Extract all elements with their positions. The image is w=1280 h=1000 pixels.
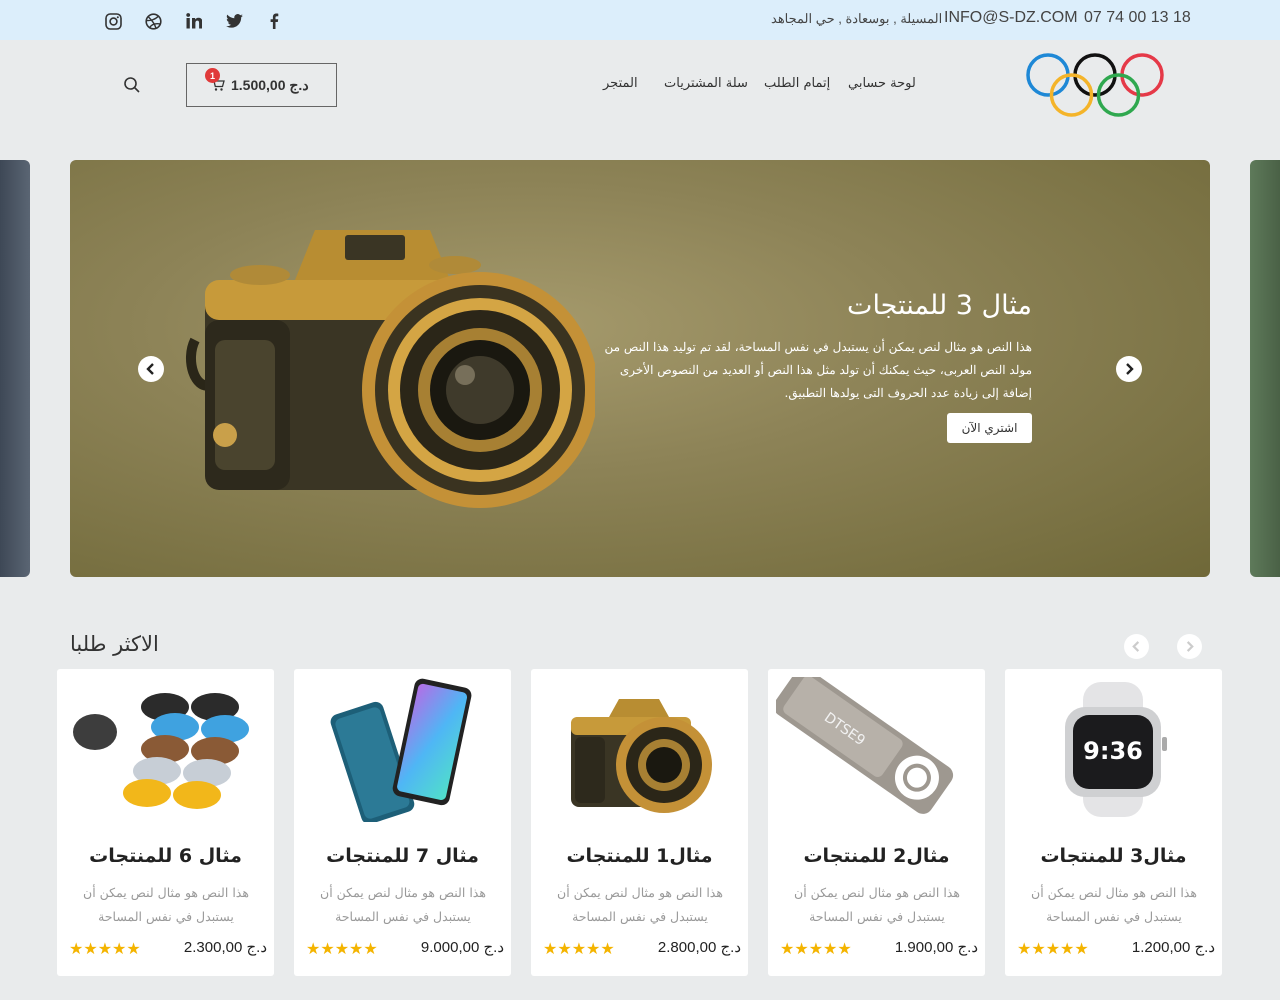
product-rating: ★★★★★ — [543, 939, 615, 958]
cart-total: 1.500,00 د.ج — [231, 77, 309, 93]
twitter-icon[interactable] — [225, 12, 243, 30]
svg-text:9:36: 9:36 — [1083, 737, 1143, 765]
next-slide-preview[interactable] — [1250, 160, 1280, 577]
cart-button[interactable]: 1 1.500,00 د.ج — [186, 63, 337, 107]
product-price: 1.900,00 د.ج — [894, 939, 978, 956]
nav-checkout[interactable]: إتمام الطلب — [764, 76, 830, 91]
carousel-next-arrow[interactable] — [1177, 634, 1202, 659]
carousel-prev-arrow[interactable] — [1124, 634, 1149, 659]
slider-next-arrow[interactable] — [1116, 356, 1142, 382]
product-rating: ★★★★★ — [1017, 939, 1089, 958]
hero-slide: مثال 3 للمنتجات هذا النص هو مثال لنص يمك… — [70, 160, 1210, 577]
logo[interactable] — [1024, 50, 1168, 120]
product-card[interactable]: مثال 6 للمنتجات هذا النص هو مثال لنص يمك… — [57, 669, 274, 976]
chevron-right-icon — [1186, 641, 1194, 652]
top-bar: المسيلة , بوسعادة , حي المجاهد INFO@S-DZ… — [0, 0, 1280, 40]
nav-my-account[interactable]: لوحة حسابي — [848, 76, 916, 91]
camera-image — [571, 699, 712, 813]
previous-slide-preview[interactable] — [0, 160, 30, 577]
chevron-left-icon — [146, 363, 154, 375]
product-description: هذا النص هو مثال لنص يمكن أن يستبدل في ن… — [557, 885, 723, 924]
product-description: هذا النص هو مثال لنص يمكن أن يستبدل في ن… — [320, 885, 486, 924]
smartwatch-image: 9:36 — [1065, 682, 1167, 817]
product-title[interactable]: مثال 7 للمنتجات — [294, 845, 511, 867]
product-title[interactable]: مثال1 للمنتجات — [531, 845, 748, 867]
buy-now-button[interactable]: اشتري الآن — [947, 413, 1032, 443]
section-title: الاكثر طلبا — [70, 632, 159, 656]
slide-title: مثال 3 للمنتجات — [847, 290, 1032, 321]
product-title[interactable]: مثال 6 للمنتجات — [57, 845, 274, 867]
phone-link[interactable]: 07 74 00 13 18 — [1084, 9, 1191, 27]
product-rating: ★★★★★ — [780, 939, 852, 958]
search-icon[interactable] — [123, 76, 141, 94]
camera-image — [186, 230, 595, 508]
smartphone-image — [330, 678, 472, 822]
product-price: 2.300,00 د.ج — [183, 939, 267, 956]
nav-shop[interactable]: المتجر — [603, 76, 638, 91]
usb-drive-image: DTSE9 — [776, 677, 954, 814]
product-title[interactable]: مثال3 للمنتجات — [1005, 845, 1222, 867]
product-rating: ★★★★★ — [69, 939, 141, 958]
product-description: هذا النص هو مثال لنص يمكن أن يستبدل في ن… — [83, 885, 249, 924]
cart-count-badge: 1 — [205, 68, 220, 83]
facebook-icon[interactable] — [265, 12, 283, 30]
product-card[interactable]: مثال 7 للمنتجات هذا النص هو مثال لنص يمك… — [294, 669, 511, 976]
dribbble-icon[interactable] — [144, 12, 162, 30]
product-rating: ★★★★★ — [306, 939, 378, 958]
instagram-icon[interactable] — [104, 12, 122, 30]
address-text: المسيلة , بوسعادة , حي المجاهد — [771, 11, 943, 26]
chevron-left-icon — [1132, 641, 1140, 652]
chevron-right-icon — [1126, 363, 1134, 375]
nav-cart[interactable]: سلة المشتريات — [664, 76, 748, 91]
product-card[interactable]: مثال1 للمنتجات هذا النص هو مثال لنص يمكن… — [531, 669, 748, 976]
linkedin-icon[interactable] — [185, 12, 203, 30]
product-description: هذا النص هو مثال لنص يمكن أن يستبدل في ن… — [1031, 885, 1197, 924]
product-description: هذا النص هو مثال لنص يمكن أن يستبدل في ن… — [794, 885, 960, 924]
slide-description: هذا النص هو مثال لنص يمكن أن يستبدل في ن… — [604, 340, 1033, 400]
email-link[interactable]: INFO@S-DZ.COM — [944, 9, 1078, 27]
product-title[interactable]: مثال2 للمنتجات — [768, 845, 985, 867]
sunglasses-image — [73, 693, 249, 809]
product-price: 9.000,00 د.ج — [420, 939, 504, 956]
product-card[interactable]: 9:36 مثال3 للمنتجات هذا النص هو مثال لنص… — [1005, 669, 1222, 976]
product-card[interactable]: DTSE9 مثال2 للمنتجات هذا النص هو مثال لن… — [768, 669, 985, 976]
slider-prev-arrow[interactable] — [138, 356, 164, 382]
product-price: 1.200,00 د.ج — [1131, 939, 1215, 956]
product-price: 2.800,00 د.ج — [657, 939, 741, 956]
